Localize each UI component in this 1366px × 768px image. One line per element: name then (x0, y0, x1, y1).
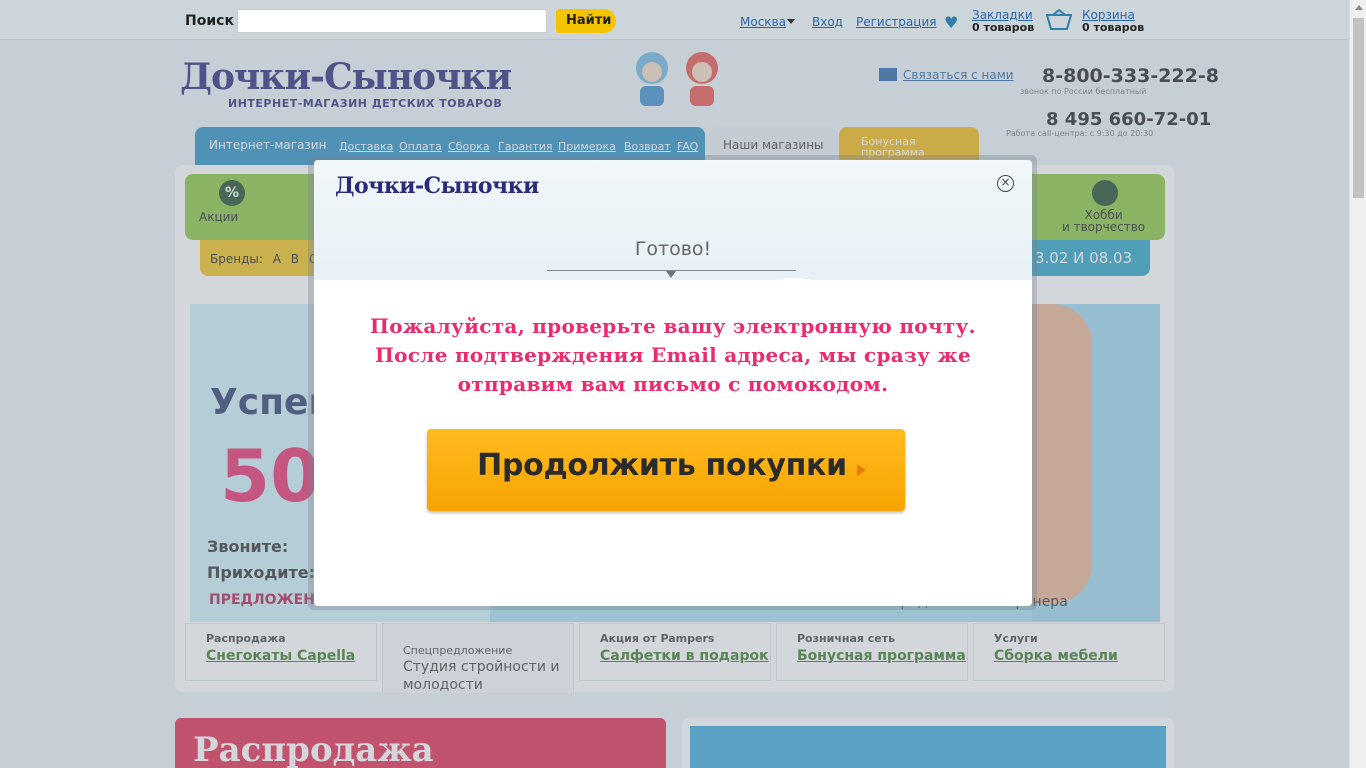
cloud-decoration (759, 278, 829, 306)
city-selector[interactable]: Москва (740, 15, 786, 29)
chevron-down-icon[interactable] (787, 19, 795, 24)
bookmarks-count: 0 товаров (972, 21, 1035, 34)
scroll-up-icon[interactable] (1355, 5, 1363, 10)
search-input[interactable] (237, 9, 547, 33)
divider-pointer-icon (666, 271, 676, 278)
cloud-decoration (624, 282, 680, 306)
message-line-1: Пожалуйста, проверьте вашу электронную п… (370, 314, 976, 338)
find-button[interactable]: Найти (556, 9, 616, 33)
message-line-3: отправим вам письмо с помокодом. (457, 372, 889, 396)
cloud-decoration (444, 280, 494, 302)
close-icon[interactable]: × (997, 175, 1014, 192)
top-search-bar: Поиск Найти Москва Вход Регистрация ♥ За… (0, 0, 1349, 40)
search-label: Поиск (185, 13, 234, 29)
cart-link[interactable]: Корзина (1082, 8, 1135, 22)
scrollbar-thumb[interactable] (1353, 18, 1364, 198)
page-scrollbar[interactable] (1349, 0, 1366, 768)
modal-logo: Дочки-Сыночки (335, 173, 539, 199)
login-link[interactable]: Вход (812, 15, 843, 29)
arrow-right-icon (857, 464, 866, 476)
register-link[interactable]: Регистрация (856, 15, 936, 29)
modal-status-title: Готово! (634, 238, 712, 260)
basket-icon[interactable] (1046, 9, 1072, 31)
email-confirmation-modal: Дочки-Сыночки × Готово! Пожалуйста, пров… (314, 160, 1032, 606)
bookmarks-link[interactable]: Закладки (972, 8, 1033, 22)
heart-icon[interactable]: ♥ (944, 13, 958, 32)
message-line-2: После подтверждения Email адреса, мы сра… (375, 343, 971, 367)
cloud-decoration (899, 280, 955, 304)
cart-count: 0 товаров (1082, 21, 1145, 34)
continue-shopping-label: Продолжить покупки (477, 448, 847, 483)
confirmation-message: Пожалуйста, проверьте вашу электронную п… (314, 312, 1032, 399)
continue-shopping-button[interactable]: Продолжить покупки (427, 429, 905, 511)
cloud-decoration (314, 285, 364, 311)
